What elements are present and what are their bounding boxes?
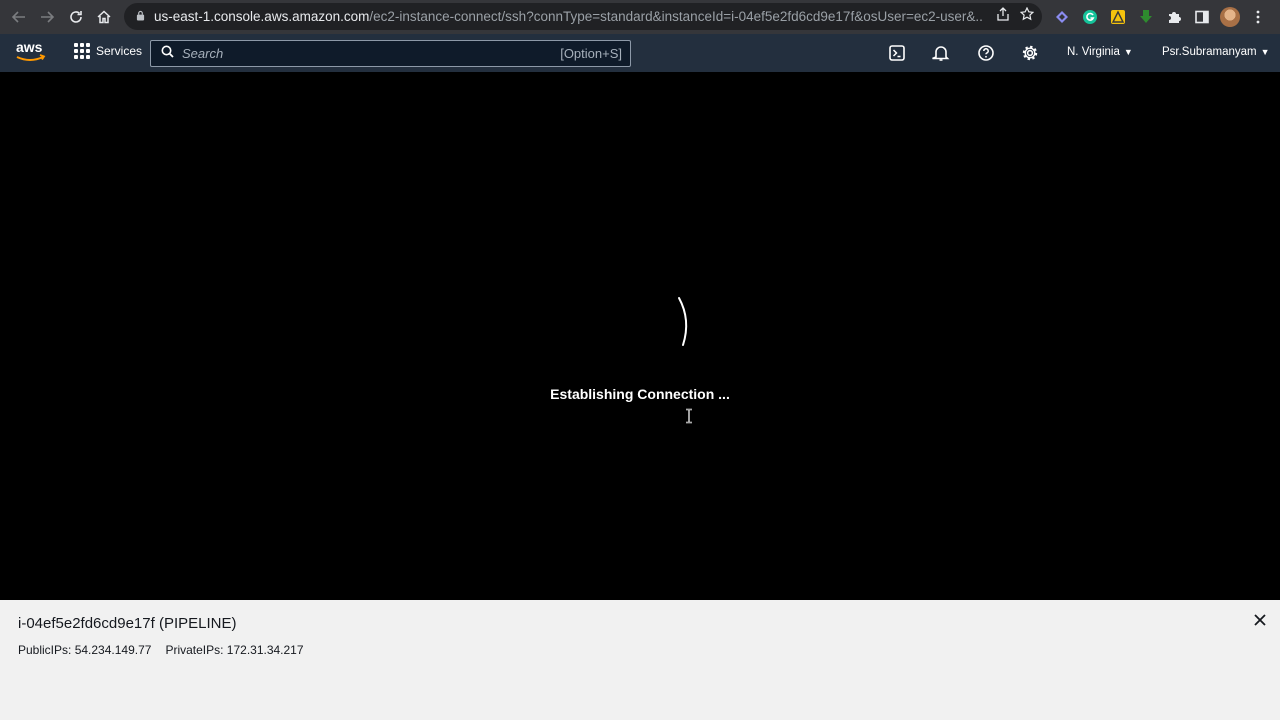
- more-menu-icon[interactable]: [1248, 7, 1268, 27]
- grid-icon: [74, 43, 90, 59]
- url-host: us-east-1.console.aws.amazon.com: [154, 9, 370, 24]
- profile-avatar[interactable]: [1220, 7, 1240, 27]
- services-label: Services: [96, 44, 143, 58]
- lock-icon[interactable]: [136, 10, 154, 24]
- caret-down-icon: ▼: [1123, 47, 1133, 57]
- search-icon: [161, 45, 174, 63]
- search-box[interactable]: [Option+S]: [150, 40, 631, 67]
- instance-title: i-04ef5e2fd6cd9e17f (PIPELINE): [18, 615, 237, 632]
- caret-down-icon: ▼: [1260, 47, 1270, 57]
- notifications-bell-icon[interactable]: [932, 44, 950, 62]
- forward-icon[interactable]: [33, 3, 61, 31]
- help-icon[interactable]: [977, 44, 995, 62]
- share-icon[interactable]: [996, 7, 1010, 26]
- text-cursor-icon: [686, 408, 692, 424]
- region-label: N. Virginia: [1067, 46, 1120, 58]
- grammarly-icon[interactable]: [1080, 7, 1100, 27]
- search-input[interactable]: [182, 46, 542, 61]
- side-panel-icon[interactable]: [1192, 7, 1212, 27]
- cloudshell-icon[interactable]: [888, 44, 906, 62]
- browser-toolbar: us-east-1.console.aws.amazon.com/ec2-ins…: [0, 0, 1280, 34]
- aws-navbar: aws Services [Option+S] N. Virginia ▼ Ps…: [0, 34, 1280, 72]
- extension-warning-icon[interactable]: [1108, 7, 1128, 27]
- search-shortcut-hint: [Option+S]: [560, 46, 622, 61]
- ssh-terminal[interactable]: Establishing Connection ...: [0, 72, 1280, 600]
- svg-text:aws: aws: [16, 39, 43, 55]
- region-selector[interactable]: N. Virginia ▼: [1067, 46, 1133, 58]
- url-text: us-east-1.console.aws.amazon.com/ec2-ins…: [154, 9, 984, 24]
- settings-gear-icon[interactable]: [1021, 44, 1039, 62]
- extension-diamond-icon[interactable]: [1052, 7, 1072, 27]
- instance-ips: PublicIPs: 54.234.149.77 PrivateIPs: 172…: [18, 643, 304, 657]
- reload-icon[interactable]: [62, 3, 90, 31]
- url-path: /ec2-instance-connect/ssh?connType=stand…: [369, 9, 984, 24]
- connection-status-text: Establishing Connection ...: [550, 386, 730, 402]
- instance-info-panel: i-04ef5e2fd6cd9e17f (PIPELINE) PublicIPs…: [0, 600, 1280, 720]
- private-ips: PrivateIPs: 172.31.34.217: [165, 643, 304, 657]
- public-ips: PublicIPs: 54.234.149.77: [18, 643, 152, 657]
- puzzle-icon[interactable]: [1164, 7, 1184, 27]
- download-arrow-icon[interactable]: [1136, 7, 1156, 27]
- home-icon[interactable]: [90, 3, 118, 31]
- close-icon[interactable]: [1252, 612, 1268, 628]
- back-icon[interactable]: [5, 3, 33, 31]
- address-bar[interactable]: us-east-1.console.aws.amazon.com/ec2-ins…: [124, 3, 1042, 30]
- aws-logo[interactable]: aws: [14, 38, 48, 66]
- account-name: Psr.Subramanyam: [1162, 46, 1257, 58]
- services-menu[interactable]: Services: [74, 43, 142, 59]
- account-menu[interactable]: Psr.Subramanyam ▼: [1162, 46, 1270, 58]
- bookmark-star-icon[interactable]: [1019, 6, 1035, 26]
- loading-spinner-icon: [678, 297, 688, 346]
